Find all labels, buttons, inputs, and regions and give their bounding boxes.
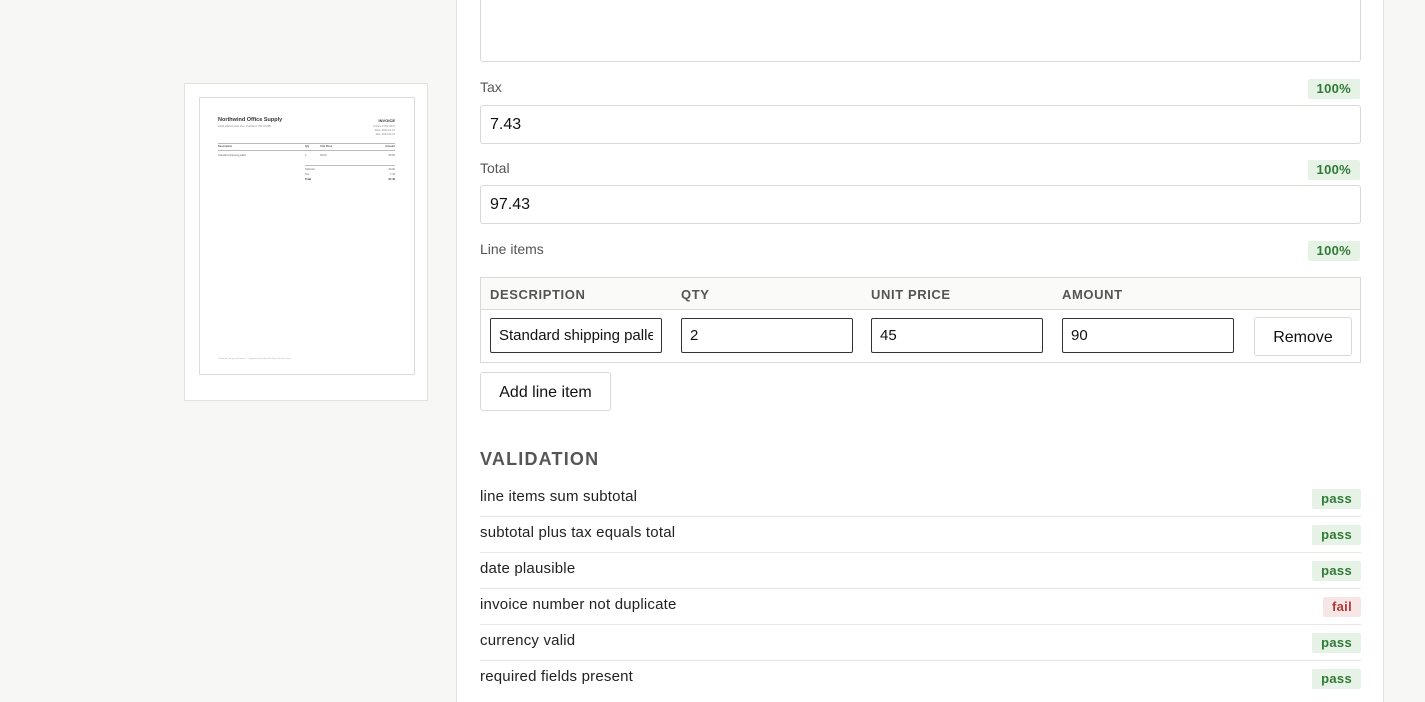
preview-rule — [218, 150, 395, 151]
validation-status-badge: pass — [1312, 561, 1361, 581]
preview-cell: 2 — [305, 154, 307, 157]
validation-list: line items sum subtotal pass subtotal pl… — [480, 481, 1361, 696]
line-items-confidence-badge: 100% — [1307, 241, 1360, 261]
validation-row: currency valid pass — [480, 625, 1361, 661]
validation-check-label: invoice number not duplicate — [480, 596, 677, 613]
column-header-description: DESCRIPTION — [490, 287, 586, 302]
total-input[interactable] — [480, 185, 1361, 224]
line-items-table: DESCRIPTION QTY UNIT PRICE AMOUNT Remove — [480, 277, 1361, 363]
preview-total-value: 90.00 — [388, 168, 396, 171]
tax-confidence-badge: 100% — [1307, 79, 1360, 99]
validation-row: invoice number not duplicate fail — [480, 589, 1361, 625]
validation-status-badge: pass — [1312, 525, 1361, 545]
validation-check-label: currency valid — [480, 632, 576, 649]
validation-row: date plausible pass — [480, 553, 1361, 589]
preview-col-header: Qty — [305, 145, 310, 148]
validation-row: required fields present pass — [480, 661, 1361, 696]
validation-check-label: date plausible — [480, 560, 576, 577]
line-item-amount-input[interactable] — [1062, 318, 1234, 353]
validation-status-badge: pass — [1312, 633, 1361, 653]
preview-address: 1234 Warehouse Ave, Portland, OR 97205 — [218, 124, 271, 128]
preview-total-value: 97.43 — [388, 178, 396, 181]
column-header-unit-price: UNIT PRICE — [871, 287, 951, 302]
preview-footer: Thank you for your business — payment du… — [218, 358, 292, 360]
preview-cell: 90.00 — [388, 154, 396, 157]
preview-col-header: Description — [218, 145, 233, 148]
preview-total-label: Total — [305, 178, 312, 181]
column-header-amount: AMOUNT — [1062, 287, 1123, 302]
total-confidence-badge: 100% — [1307, 160, 1360, 180]
remove-line-item-button[interactable]: Remove — [1254, 317, 1352, 356]
preview-meta: Due: 2024-02-11 — [375, 133, 395, 136]
validation-row: line items sum subtotal pass — [480, 481, 1361, 517]
preview-total-value: 7.43 — [389, 173, 395, 176]
line-item-unit-price-input[interactable] — [871, 318, 1043, 353]
document-preview-page: Northwind Office Supply 1234 Warehouse A… — [199, 97, 415, 375]
line-items-label: Line items — [480, 241, 544, 257]
total-label: Total — [480, 160, 510, 176]
preview-rule — [218, 143, 395, 144]
validation-row: subtotal plus tax equals total pass — [480, 517, 1361, 553]
tax-input[interactable] — [480, 105, 1361, 144]
validation-check-label: subtotal plus tax equals total — [480, 524, 676, 541]
preview-total-label: Tax — [305, 173, 310, 176]
line-item-description-input[interactable] — [490, 318, 662, 353]
preview-total-label: Subtotal — [305, 168, 315, 171]
extraction-panel: Tax 100% Total 100% Line items 100% DESC… — [456, 0, 1384, 702]
validation-section-title: VALIDATION — [480, 449, 600, 469]
preview-cell: Standard shipping pallet — [218, 154, 246, 157]
validation-status-badge: fail — [1323, 597, 1361, 617]
preview-company: Northwind Office Supply — [218, 117, 283, 123]
preview-col-header: Amount — [385, 145, 395, 148]
validation-check-label: line items sum subtotal — [480, 488, 638, 505]
preview-doc-title: INVOICE — [378, 118, 395, 123]
line-item-qty-input[interactable] — [681, 318, 853, 353]
column-header-qty: QTY — [681, 287, 710, 302]
preview-col-header: Unit Price — [320, 145, 333, 148]
previous-field-input[interactable] — [480, 0, 1361, 62]
document-preview-card[interactable]: Northwind Office Supply 1234 Warehouse A… — [184, 83, 428, 401]
validation-status-badge: pass — [1312, 489, 1361, 509]
add-line-item-button[interactable]: Add line item — [480, 372, 611, 411]
tax-label: Tax — [480, 79, 502, 95]
preview-rule — [305, 165, 395, 166]
preview-cell: 45.00 — [320, 154, 327, 157]
line-items-header: DESCRIPTION QTY UNIT PRICE AMOUNT — [481, 278, 1360, 310]
validation-status-badge: pass — [1312, 669, 1361, 689]
validation-check-label: required fields present — [480, 668, 634, 685]
